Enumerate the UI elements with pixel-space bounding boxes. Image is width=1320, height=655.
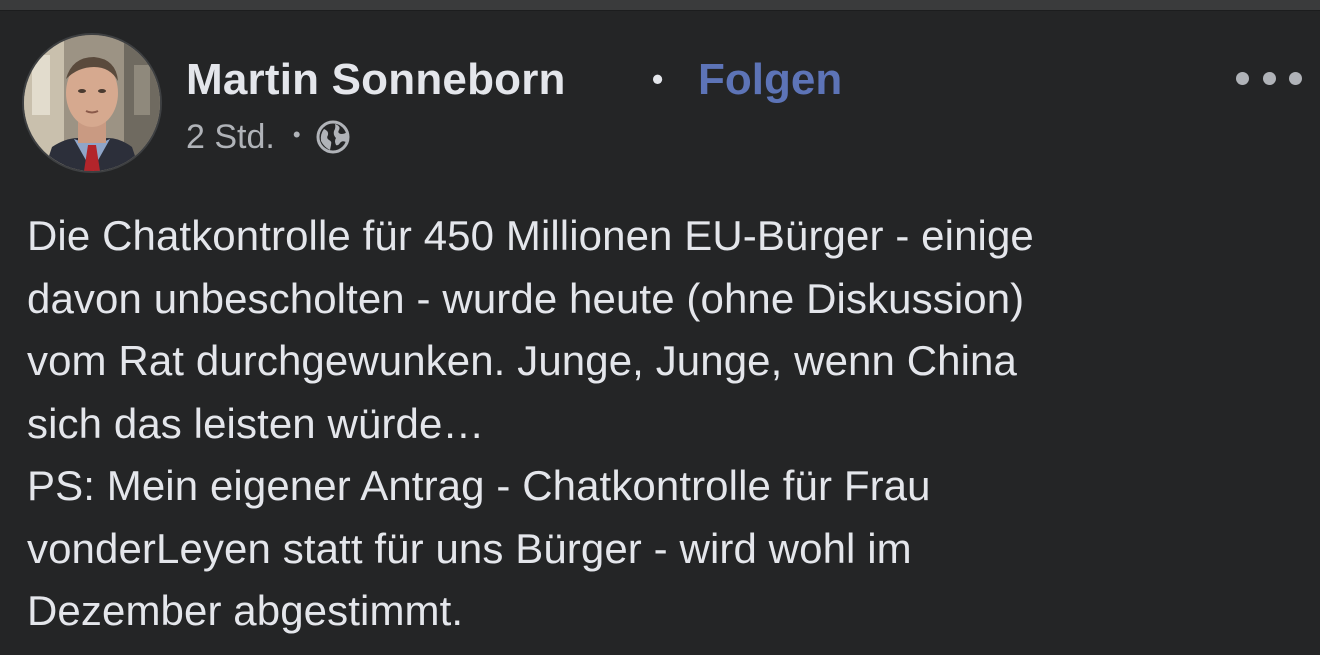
post-meta: 2 Std. •	[186, 117, 351, 157]
more-options-icon[interactable]	[1236, 61, 1302, 95]
meta-separator: •	[292, 122, 301, 147]
profile-photo	[24, 35, 160, 171]
author-name[interactable]: Martin Sonneborn	[186, 55, 566, 105]
globe-icon[interactable]	[315, 119, 351, 155]
header-separator: •	[652, 61, 664, 97]
follow-button[interactable]: Folgen	[698, 55, 842, 105]
top-divider	[0, 0, 1320, 11]
post-timestamp[interactable]: 2 Std.	[186, 118, 275, 157]
facebook-post: Martin Sonneborn • Folgen 2 Std. • Die C…	[0, 11, 1320, 655]
author-avatar[interactable]	[22, 33, 162, 173]
post-body-text: Die Chatkontrolle für 450 Millionen EU-B…	[27, 212, 1034, 634]
